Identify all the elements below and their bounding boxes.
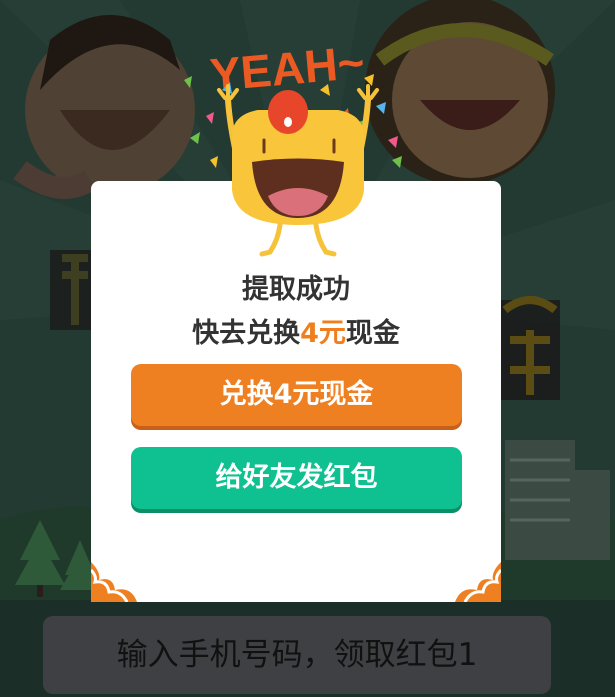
modal-subtitle: 快去兑换4元现金 <box>91 311 501 350</box>
send-red-packet-button[interactable]: 给好友发红包 <box>131 447 462 509</box>
modal-title: 提取成功 <box>242 274 350 305</box>
cloud-corner-right-icon <box>455 562 501 602</box>
phone-number-input[interactable]: 输入手机号码，领取红包1 <box>43 616 551 694</box>
exchange-cash-button[interactable]: 兑换4元现金 <box>131 364 462 426</box>
subtitle-prefix: 快去兑换 <box>192 318 301 349</box>
mascot-character: YEAH~ <box>184 36 402 257</box>
cloud-corner-left-icon <box>91 562 137 602</box>
subtitle-suffix: 现金 <box>345 318 400 349</box>
subtitle-amount: 4元 <box>300 318 346 349</box>
